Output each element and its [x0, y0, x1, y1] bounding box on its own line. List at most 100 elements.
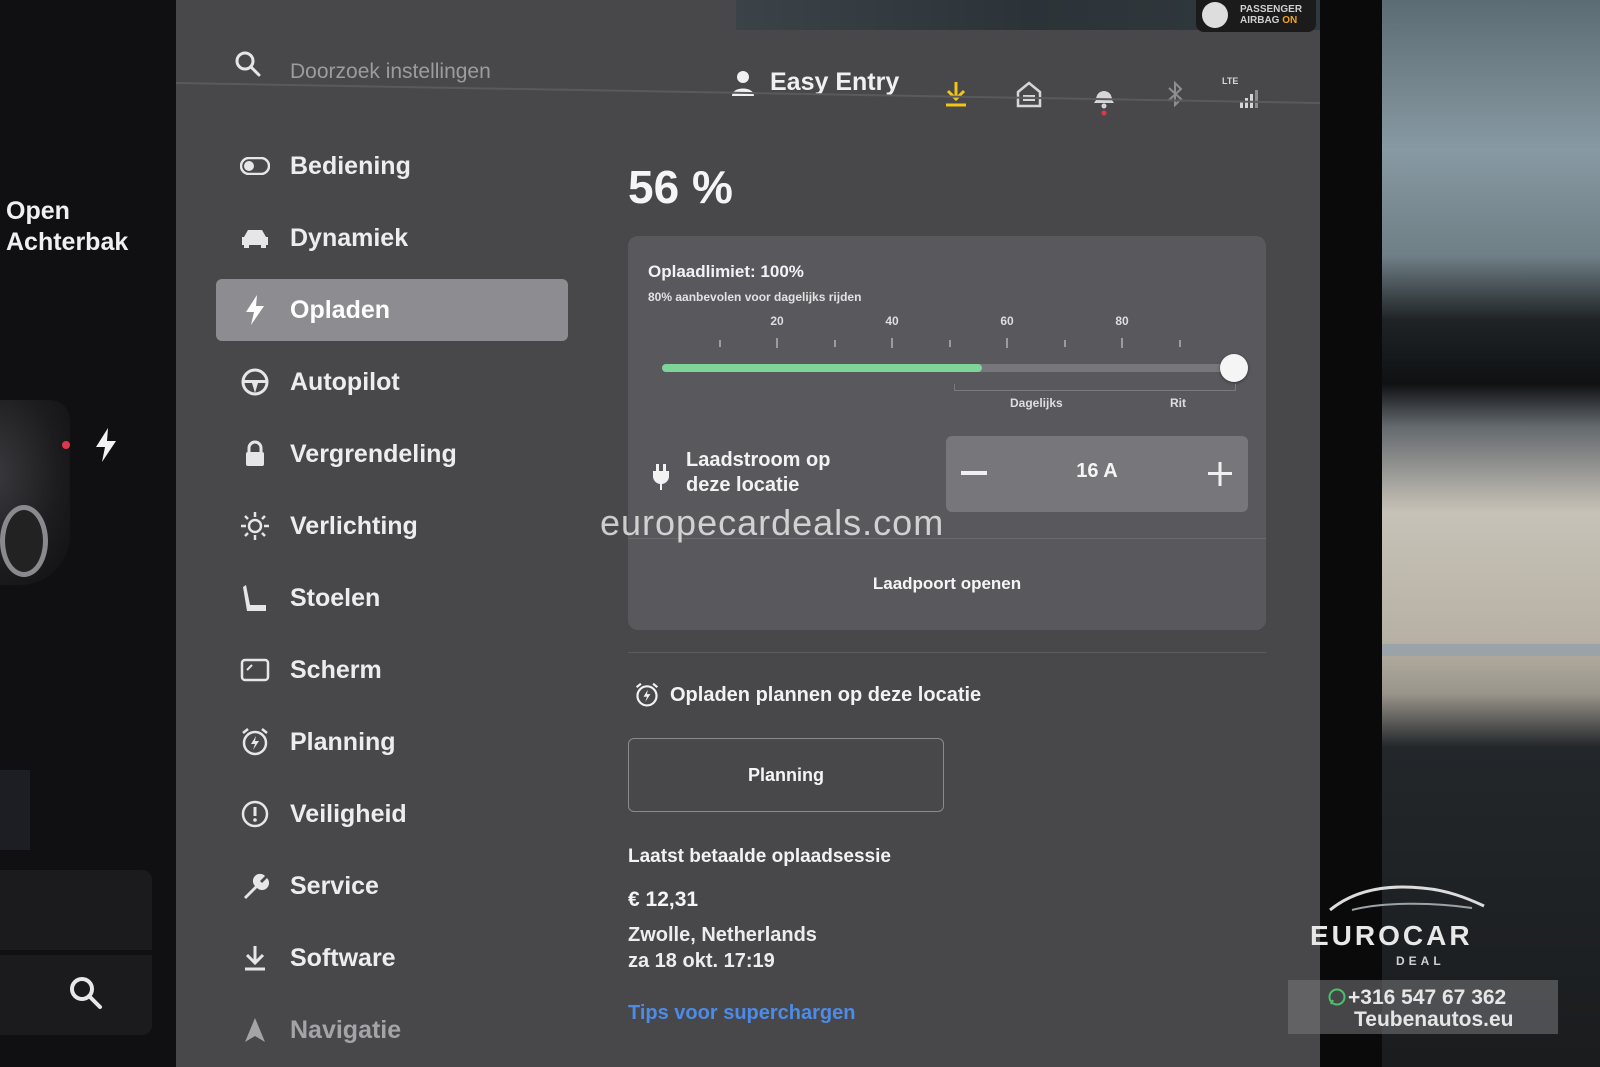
sidebar-item-label: Stoelen	[290, 583, 381, 612]
range-bracket	[954, 384, 1236, 391]
alarm-clock-icon	[238, 725, 272, 759]
search-icon	[235, 51, 261, 77]
charge-limit-slider[interactable]	[662, 354, 1248, 382]
left-search-button[interactable]	[0, 955, 152, 1035]
sidebar-item-opladen[interactable]: Opladen	[216, 279, 568, 341]
tick-mark	[1179, 340, 1181, 347]
charge-current-stepper: 16 A	[946, 436, 1248, 512]
whatsapp-icon	[1328, 988, 1346, 1006]
tick-label-60: 60	[1000, 314, 1014, 328]
sidebar-item-dynamiek[interactable]: Dynamiek	[216, 202, 576, 274]
software-download-icon[interactable]	[944, 80, 968, 108]
decrease-current-button[interactable]	[954, 454, 994, 494]
logo-sub: DEAL	[1396, 954, 1445, 968]
bluetooth-icon[interactable]	[1166, 80, 1184, 108]
sidebar-item-vergrendeling[interactable]: Vergrendeling	[216, 418, 576, 490]
trunk-label-line1: Open	[6, 197, 70, 225]
sidebar-item-label: Autopilot	[290, 367, 400, 396]
media-thumbnail	[0, 770, 30, 850]
sidebar-item-navigatie[interactable]: Navigatie	[216, 994, 576, 1066]
sidebar-item-label: Veiligheid	[290, 799, 407, 828]
car-icon	[238, 221, 272, 255]
sidebar-item-stoelen[interactable]: Stoelen	[216, 562, 576, 634]
range-trip-label: Rit	[1170, 396, 1186, 410]
alarm-clock-icon	[635, 682, 659, 707]
sidebar-item-label: Bediening	[290, 151, 411, 180]
plug-icon	[653, 464, 669, 490]
wrench-icon	[238, 869, 272, 903]
range-daily-label: Dagelijks	[1010, 396, 1063, 410]
top-bar: Easy Entry LTE	[176, 20, 1320, 116]
planning-button[interactable]: Planning	[628, 738, 944, 812]
toggle-icon	[238, 149, 272, 183]
sidebar-item-label: Planning	[290, 727, 396, 756]
dealer-contact: +316 547 67 362 Teubenautos.eu	[1288, 980, 1558, 1034]
tick-mark	[1006, 338, 1008, 348]
bolt-icon	[238, 293, 272, 327]
search-icon	[70, 977, 102, 1009]
tick-label-40: 40	[885, 314, 899, 328]
charging-bolt-icon	[96, 428, 116, 462]
tick-mark	[834, 340, 836, 347]
charge-current-label: Laadstroom op deze locatie	[686, 448, 886, 498]
sidebar-item-label: Verlichting	[290, 511, 418, 540]
sidebar-item-autopilot[interactable]: Autopilot	[216, 346, 576, 418]
charge-limit-card: Oplaadlimiet: 100% 80% aanbevolen voor d…	[628, 236, 1266, 630]
quick-panel	[0, 870, 152, 950]
logo-name: EUROCAR	[1310, 920, 1473, 951]
schedule-charging-label: Opladen plannen op deze locatie	[670, 683, 982, 706]
tick-mark	[891, 338, 893, 348]
tick-mark	[1064, 340, 1066, 347]
sidebar-item-verlichting[interactable]: Verlichting	[216, 490, 576, 562]
last-session-time: za 18 okt. 17:19	[628, 950, 775, 972]
dealer-website: Teubenautos.eu	[1354, 1008, 1514, 1031]
sidebar-item-planning[interactable]: Planning	[216, 706, 576, 778]
homelink-garage-icon[interactable]	[1016, 80, 1042, 108]
download-icon	[238, 941, 272, 975]
settings-sidebar: Bediening Dynamiek Opladen Autopilot Ver…	[216, 130, 576, 1066]
alert-circle-icon	[238, 797, 272, 831]
sidebar-item-scherm[interactable]: Scherm	[216, 634, 576, 706]
sidebar-item-label: Service	[290, 871, 379, 900]
charge-current-label-line1: Laadstroom op	[686, 449, 831, 471]
sidebar-item-label: Navigatie	[290, 1015, 402, 1044]
schedule-charging-row: Opladen plannen op deze locatie	[634, 682, 981, 708]
dealer-phone: +316 547 67 362	[1348, 986, 1507, 1009]
sidebar-item-software[interactable]: Software	[216, 922, 576, 994]
increase-current-button[interactable]	[1200, 454, 1240, 494]
trunk-label-line2: Achterbak	[6, 228, 129, 256]
last-session-location: Zwolle, Netherlands	[628, 924, 817, 946]
charge-limit-slider-handle[interactable]	[1220, 354, 1248, 382]
car-status-panel: Open Achterbak	[0, 0, 176, 1067]
airbag-line1: PASSENGER	[1240, 4, 1303, 15]
display-icon	[238, 653, 272, 687]
plus-icon	[1208, 462, 1232, 486]
last-session-title: Laatst betaalde oplaadsessie	[628, 846, 891, 867]
open-trunk-button[interactable]: Open Achterbak	[6, 196, 128, 258]
car-wheel	[0, 505, 48, 577]
dealer-logo: EUROCAR DEAL	[1306, 880, 1506, 970]
tick-label-80: 80	[1115, 314, 1129, 328]
charge-limit-title: Oplaadlimiet: 100%	[648, 262, 804, 281]
open-charge-port-button[interactable]: Laadpoort openen	[628, 539, 1266, 629]
sidebar-item-service[interactable]: Service	[216, 850, 576, 922]
settings-search-input[interactable]	[290, 56, 650, 88]
sidebar-item-bediening[interactable]: Bediening	[216, 130, 576, 202]
watermark-text: europecardeals.com	[600, 502, 945, 543]
tick-mark	[719, 340, 721, 347]
last-session-price: € 12,31	[628, 888, 699, 911]
dashboard-trim	[1382, 644, 1600, 656]
tick-mark	[776, 338, 778, 348]
navigation-icon	[238, 1013, 272, 1047]
charge-current-label-line2: deze locatie	[686, 474, 800, 496]
supercharging-tips-link[interactable]: Tips voor superchargen	[628, 1002, 855, 1025]
sidebar-item-label: Opladen	[290, 295, 391, 324]
signal-strength-icon	[1240, 90, 1258, 108]
sidebar-item-label: Software	[290, 943, 396, 972]
charge-limit-ticks: 20 40 60 80	[662, 314, 1232, 354]
minus-icon	[961, 471, 987, 475]
car-silhouette-icon	[1329, 885, 1485, 912]
tick-mark	[1121, 338, 1123, 348]
charge-limit-subtitle: 80% aanbevolen voor dagelijks rijden	[648, 290, 862, 304]
sidebar-item-veiligheid[interactable]: Veiligheid	[216, 778, 576, 850]
